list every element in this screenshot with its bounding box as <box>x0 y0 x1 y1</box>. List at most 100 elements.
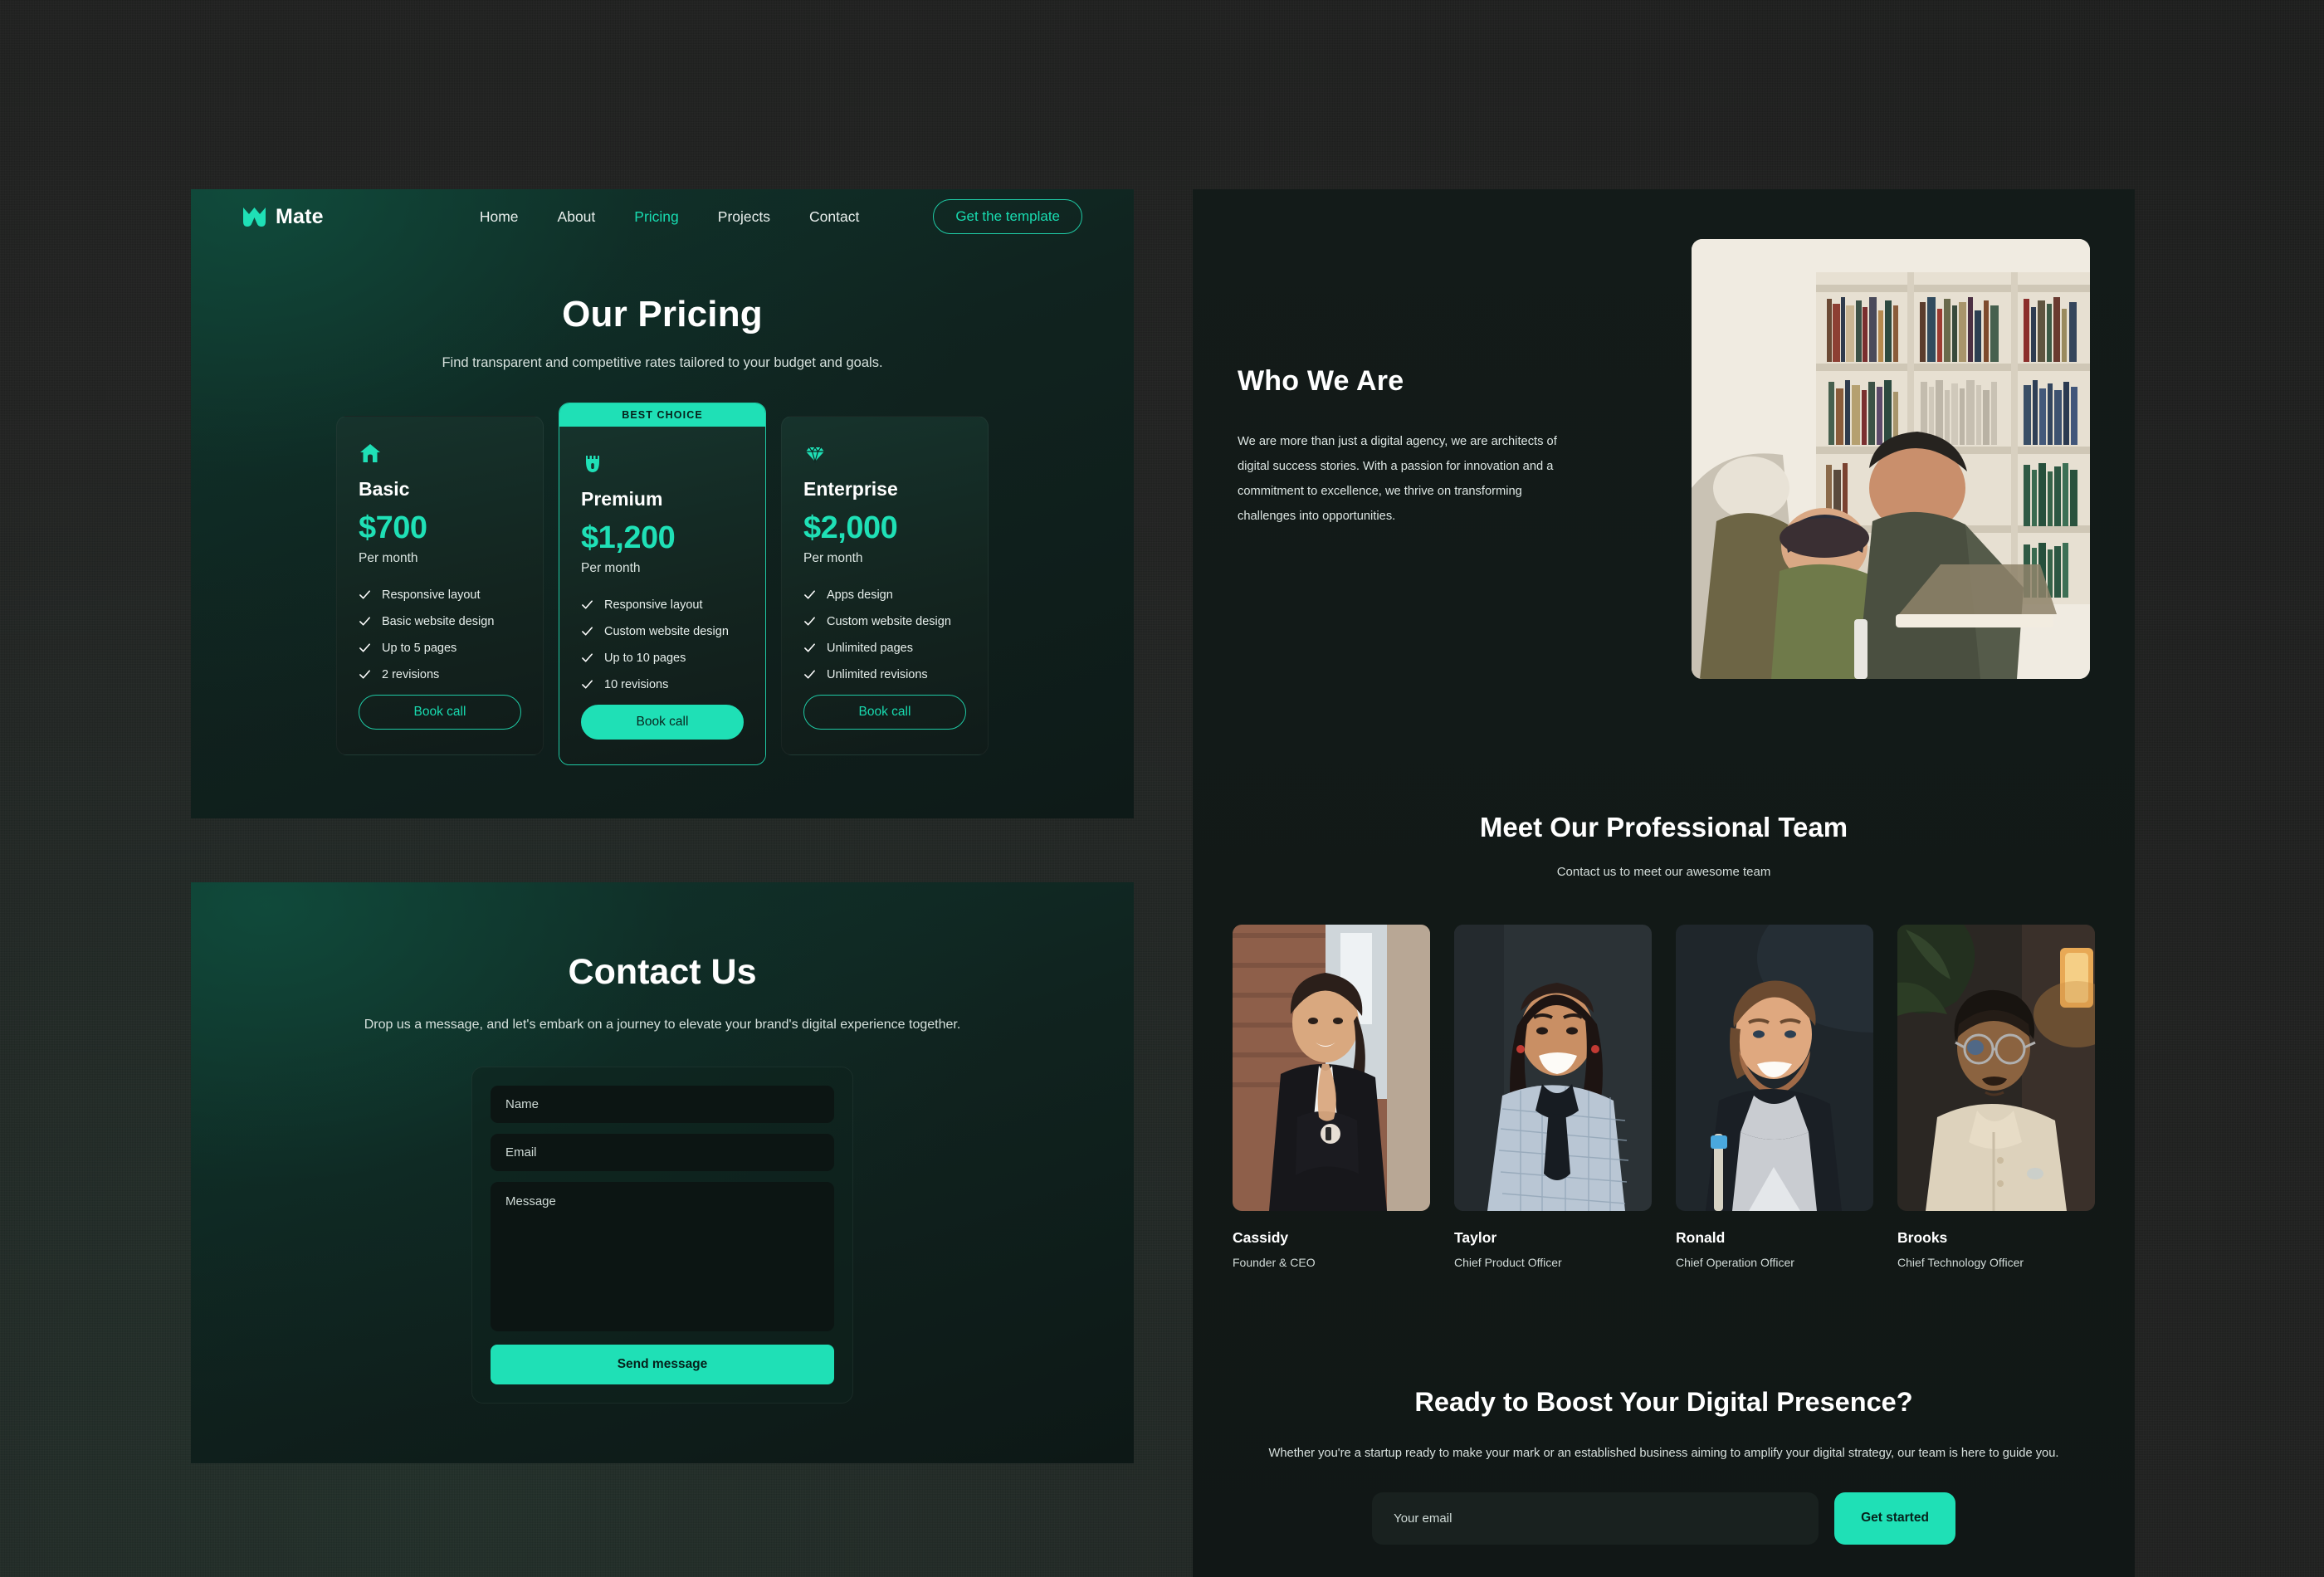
left-column: Mate Home About Pricing Projects Contact… <box>191 189 1134 1463</box>
check-icon <box>581 598 593 611</box>
plan-feature-label: Unlimited revisions <box>827 667 928 681</box>
contact-subtitle: Drop us a message, and let's embark on a… <box>364 1018 961 1032</box>
avatar <box>1897 925 2095 1211</box>
cta-title: Ready to Boost Your Digital Presence? <box>1414 1387 1913 1417</box>
contact-title: Contact Us <box>568 952 757 992</box>
plan-feature-item: 10 revisions <box>581 678 744 691</box>
plan-feature-label: Custom website design <box>604 624 729 638</box>
book-call-button-basic[interactable]: Book call <box>359 694 521 730</box>
pricing-plans: Basic $700 Per month Responsive layout B… <box>191 403 1134 765</box>
plan-period: Per month <box>359 550 418 565</box>
member-role: Chief Technology Officer <box>1897 1256 2024 1269</box>
team-member-card[interactable]: Cassidy Founder & CEO <box>1233 925 1430 1269</box>
check-icon <box>581 652 593 664</box>
team-grid: Cassidy Founder & CEO Taylor Chief Produ… <box>1193 925 2135 1269</box>
pricing-subtitle: Find transparent and competitive rates t… <box>442 355 883 370</box>
book-call-button-enterprise[interactable]: Book call <box>803 694 966 730</box>
plan-feature-item: 2 revisions <box>359 668 521 681</box>
about-text: Who We Are We are more than just a digit… <box>1238 239 1563 679</box>
pricing-header: Our Pricing Find transparent and competi… <box>191 294 1134 371</box>
team-member-card[interactable]: Taylor Chief Product Officer <box>1454 925 1652 1269</box>
check-icon <box>359 642 371 654</box>
nav-links: Home About Pricing Projects Contact Get … <box>480 199 1082 234</box>
brand-name: Mate <box>276 204 324 228</box>
cta-signup-row: Get started <box>1243 1492 2085 1545</box>
name-input[interactable] <box>491 1086 834 1123</box>
plan-name: Enterprise <box>803 478 898 500</box>
avatar <box>1454 925 1652 1211</box>
check-icon <box>359 668 371 681</box>
plan-body: Premium $1,200 Per month Responsive layo… <box>559 427 765 764</box>
plan-feature-item: Basic website design <box>359 615 521 628</box>
nav-link-projects[interactable]: Projects <box>718 208 770 226</box>
contact-panel: Contact Us Drop us a message, and let's … <box>191 882 1134 1463</box>
pricing-title: Our Pricing <box>562 294 763 334</box>
plan-card-premium[interactable]: BEST CHOICE Premium $1,200 Per month Res… <box>559 403 766 765</box>
about-photo <box>1692 239 2090 679</box>
check-icon <box>359 615 371 627</box>
get-the-template-button[interactable]: Get the template <box>933 199 1082 234</box>
best-choice-badge: BEST CHOICE <box>559 403 765 427</box>
plan-feature-item: Up to 5 pages <box>359 642 521 655</box>
check-icon <box>359 588 371 601</box>
contact-form: Send message <box>471 1067 853 1404</box>
nav-link-pricing[interactable]: Pricing <box>634 208 679 226</box>
diamond-icon <box>803 442 827 465</box>
plan-feature-label: 2 revisions <box>382 667 440 681</box>
brand-logo[interactable]: Mate <box>242 205 324 229</box>
cta-subtitle: Whether you're a startup ready to make y… <box>1268 1447 2059 1460</box>
plan-feature-item: Unlimited pages <box>803 642 966 655</box>
email-input[interactable] <box>491 1134 834 1171</box>
team-member-card[interactable]: Brooks Chief Technology Officer <box>1897 925 2095 1269</box>
cta-email-input[interactable] <box>1372 1492 1819 1545</box>
plan-feature-item: Responsive layout <box>359 588 521 602</box>
member-name: Cassidy <box>1233 1229 1289 1246</box>
member-role: Chief Operation Officer <box>1676 1256 1794 1269</box>
plan-name: Basic <box>359 478 410 500</box>
plan-feature-item: Unlimited revisions <box>803 668 966 681</box>
nav-link-contact[interactable]: Contact <box>809 208 859 226</box>
plan-price: $1,200 <box>581 520 676 555</box>
plan-period: Per month <box>803 550 863 565</box>
plan-price: $2,000 <box>803 510 898 545</box>
send-message-button[interactable]: Send message <box>491 1345 834 1384</box>
nav-link-about[interactable]: About <box>558 208 596 226</box>
plan-feature-item: Responsive layout <box>581 598 744 612</box>
check-icon <box>581 625 593 637</box>
check-icon <box>581 678 593 691</box>
about-section: Who We Are We are more than just a digit… <box>1193 189 2135 679</box>
plan-features: Responsive layout Custom website design … <box>581 598 744 691</box>
about-body: We are more than just a digital agency, … <box>1238 435 1557 524</box>
team-member-card[interactable]: Ronald Chief Operation Officer <box>1676 925 1873 1269</box>
plan-feature-label: Responsive layout <box>604 598 703 612</box>
site-navbar: Mate Home About Pricing Projects Contact… <box>191 189 1134 244</box>
message-input[interactable] <box>491 1182 834 1331</box>
check-icon <box>803 615 816 627</box>
cta-section: Ready to Boost Your Digital Presence? Wh… <box>1193 1387 2135 1545</box>
team-header: Meet Our Professional Team Contact us to… <box>1193 812 2135 879</box>
member-role: Founder & CEO <box>1233 1256 1316 1269</box>
get-started-button[interactable]: Get started <box>1834 1492 1955 1545</box>
plan-period: Per month <box>581 560 641 575</box>
check-icon <box>803 588 816 601</box>
plan-card-enterprise[interactable]: Enterprise $2,000 Per month Apps design … <box>781 416 989 755</box>
member-name: Brooks <box>1897 1229 1948 1246</box>
nav-link-home[interactable]: Home <box>480 208 519 226</box>
plan-feature-label: Responsive layout <box>382 588 481 602</box>
plan-feature-label: Apps design <box>827 588 893 602</box>
plan-feature-item: Up to 10 pages <box>581 652 744 665</box>
plan-features: Apps design Custom website design Unlimi… <box>803 588 966 681</box>
avatar <box>1676 925 1873 1211</box>
member-name: Ronald <box>1676 1229 1726 1246</box>
plan-name: Premium <box>581 488 663 510</box>
avatar <box>1233 925 1430 1211</box>
team-subtitle: Contact us to meet our awesome team <box>1556 865 1771 879</box>
member-role: Chief Product Officer <box>1454 1256 1562 1269</box>
plan-feature-label: 10 revisions <box>604 677 669 691</box>
about-title: Who We Are <box>1238 365 1404 397</box>
castle-icon <box>581 452 604 475</box>
plan-card-basic[interactable]: Basic $700 Per month Responsive layout B… <box>336 416 544 755</box>
member-name: Taylor <box>1454 1229 1497 1246</box>
plan-feature-label: Unlimited pages <box>827 641 913 655</box>
book-call-button-premium[interactable]: Book call <box>581 704 744 740</box>
